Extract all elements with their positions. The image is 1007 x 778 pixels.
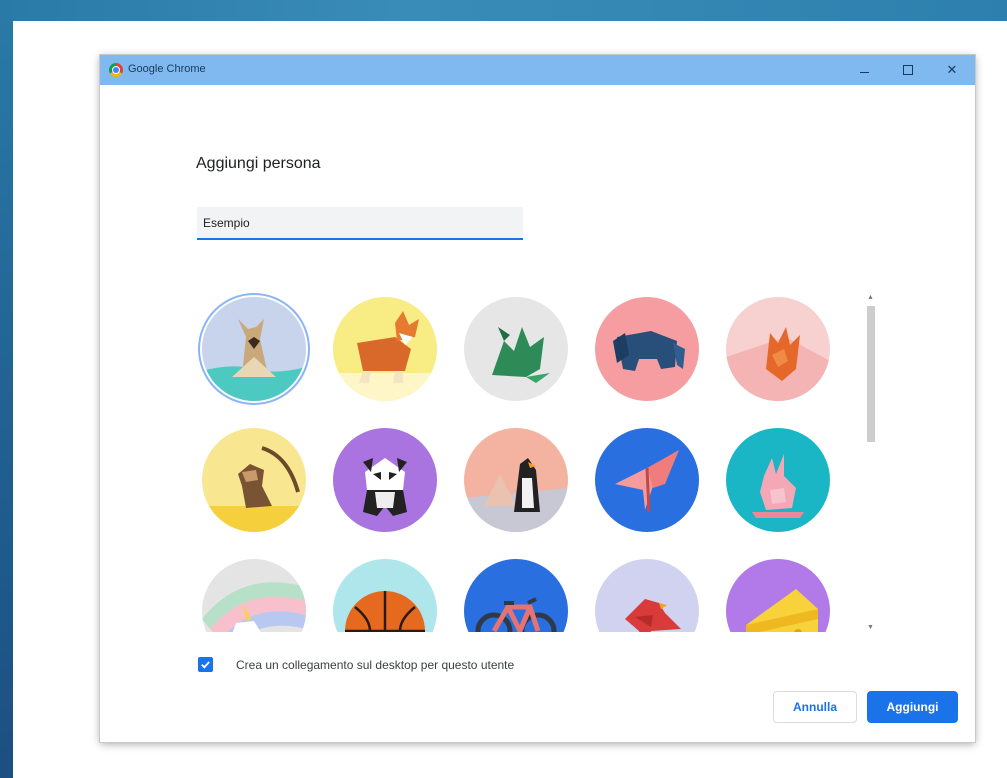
- avatar-grid: [196, 287, 866, 632]
- cat-icon: [202, 297, 306, 401]
- avatar-elephant[interactable]: [595, 297, 699, 401]
- window-title: Google Chrome: [128, 63, 206, 75]
- cancel-button[interactable]: Annulla: [773, 691, 857, 723]
- add-button[interactable]: Aggiungi: [867, 691, 958, 723]
- avatar-basketball[interactable]: [333, 559, 437, 632]
- avatar-scrollbar[interactable]: ▲ ▼: [865, 292, 876, 632]
- avatar-butterfly[interactable]: [595, 428, 699, 532]
- desktop-shortcut-label: Crea un collegamento sul desktop per que…: [236, 658, 515, 672]
- maximize-button[interactable]: [885, 55, 931, 85]
- unicorn-icon: [202, 559, 306, 632]
- corgi-icon: [333, 297, 437, 401]
- avatar-dragon[interactable]: [464, 297, 568, 401]
- title-bar[interactable]: Google Chrome ✕: [100, 55, 975, 85]
- checkmark-icon: [201, 661, 210, 669]
- minimize-button[interactable]: [841, 55, 887, 85]
- avatar-cat[interactable]: [202, 297, 306, 401]
- butterfly-icon: [595, 428, 699, 532]
- rabbit-icon: [726, 428, 830, 532]
- maximize-icon: [903, 65, 913, 75]
- avatar-panda[interactable]: [333, 428, 437, 532]
- panda-icon: [333, 428, 437, 532]
- scrollbar-thumb[interactable]: [867, 306, 875, 442]
- penguin-icon: [464, 428, 568, 532]
- bike-icon: [464, 559, 568, 632]
- dragon-icon: [464, 297, 568, 401]
- avatar-monkey[interactable]: [202, 428, 306, 532]
- minimize-icon: [859, 71, 869, 73]
- dialog-heading: Aggiungi persona: [196, 155, 321, 172]
- close-icon: ✕: [946, 62, 958, 77]
- scroll-down-arrow-icon[interactable]: ▼: [865, 622, 876, 632]
- avatar-rabbit[interactable]: [726, 428, 830, 532]
- elephant-icon: [595, 297, 699, 401]
- profile-name-input[interactable]: [197, 207, 523, 240]
- cheese-icon: [726, 559, 830, 632]
- avatar-fox[interactable]: [726, 297, 830, 401]
- basketball-icon: [333, 559, 437, 632]
- avatar-bike[interactable]: [464, 559, 568, 632]
- scroll-up-arrow-icon[interactable]: ▲: [865, 292, 876, 302]
- chrome-window: Google Chrome ✕ Aggiungi persona ▲ ▼ Cre…: [100, 55, 975, 742]
- fox-icon: [726, 297, 830, 401]
- desktop-background-left: [0, 0, 13, 778]
- avatar-unicorn[interactable]: [202, 559, 306, 632]
- bird-icon: [595, 559, 699, 632]
- close-button[interactable]: ✕: [929, 55, 975, 85]
- desktop-background: [0, 0, 1007, 21]
- avatar-penguin[interactable]: [464, 428, 568, 532]
- monkey-icon: [202, 428, 306, 532]
- chrome-logo-icon: [109, 63, 123, 77]
- desktop-shortcut-checkbox[interactable]: [198, 657, 213, 672]
- avatar-cheese[interactable]: [726, 559, 830, 632]
- avatar-bird[interactable]: [595, 559, 699, 632]
- avatar-corgi[interactable]: [333, 297, 437, 401]
